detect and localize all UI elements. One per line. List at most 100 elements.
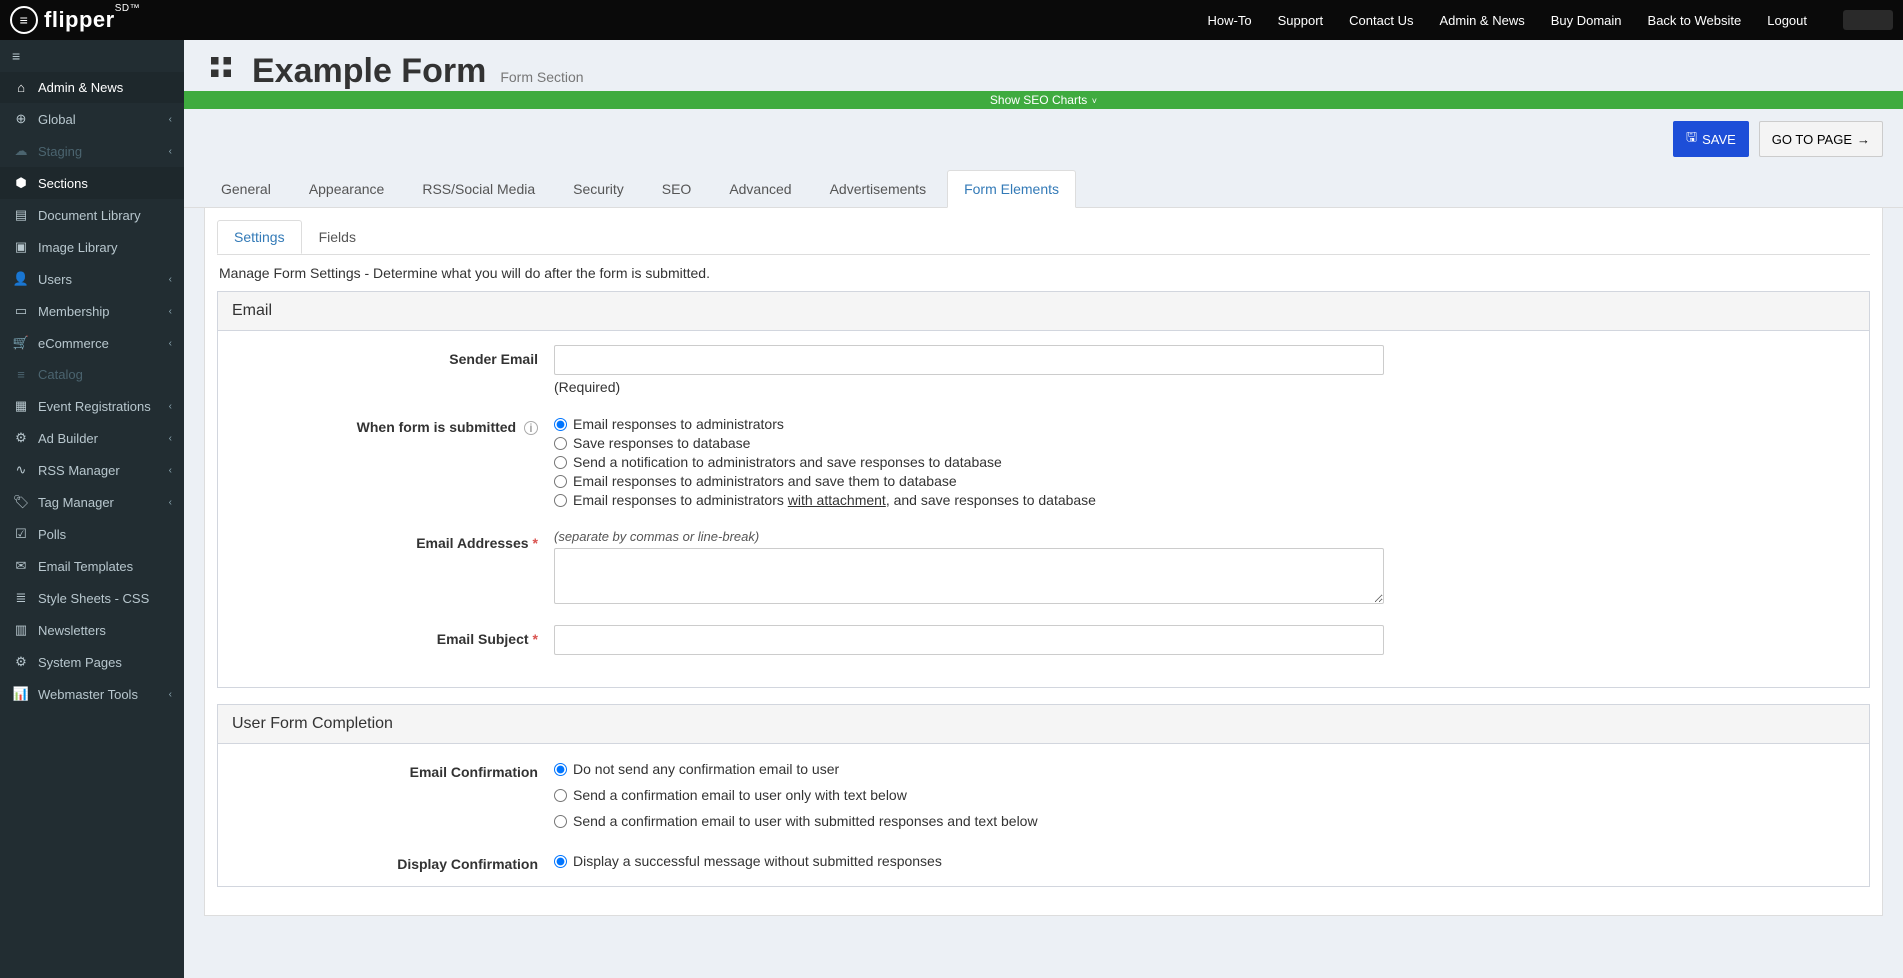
go-to-page-label: GO TO PAGE <box>1772 132 1852 147</box>
info-icon[interactable]: i <box>524 421 538 435</box>
sidebar-item-polls[interactable]: ☑Polls <box>0 518 184 550</box>
sender-email-helper: (Required) <box>554 379 1384 395</box>
sidebar-item-ecommerce[interactable]: 🛒eCommerce‹ <box>0 327 184 359</box>
topnav: How-To Support Contact Us Admin & News B… <box>1208 10 1893 30</box>
when-option-4-label: Email responses to administrators and sa… <box>573 473 957 489</box>
file-icon: ▤ <box>12 207 30 223</box>
tab-general[interactable]: General <box>204 170 288 208</box>
topnav-howto[interactable]: How-To <box>1208 13 1252 28</box>
save-label: SAVE <box>1702 132 1736 147</box>
description: Manage Form Settings - Determine what yo… <box>217 255 1870 291</box>
email-confirmation-label: Email Confirmation <box>232 758 554 780</box>
topnav-logout[interactable]: Logout <box>1767 13 1807 28</box>
chevron-left-icon: ‹ <box>169 274 172 285</box>
seo-charts-toggle[interactable]: Show SEO Charts ˅ <box>184 91 1903 109</box>
chevron-left-icon: ‹ <box>169 401 172 412</box>
list-icon: ≡ <box>12 367 30 382</box>
tab-advertisements[interactable]: Advertisements <box>813 170 943 208</box>
sidebar-item-tag-manager[interactable]: 🏷Tag Manager‹ <box>0 486 184 518</box>
sidebar-item-webmaster-tools[interactable]: 📊Webmaster Tools‹ <box>0 678 184 710</box>
subtab-settings[interactable]: Settings <box>217 220 302 254</box>
stack-icon: ≣ <box>12 590 30 606</box>
tag-icon: 🏷 <box>12 494 30 510</box>
image-icon: ▣ <box>12 239 30 255</box>
hamburger-icon[interactable]: ≡ <box>0 40 184 72</box>
display-confirmation-row: Display Confirmation Display a successfu… <box>232 850 1855 872</box>
sidebar-item-style-sheets-css[interactable]: ≣Style Sheets - CSS <box>0 582 184 614</box>
logo-text: flipperSD™ <box>44 7 140 33</box>
sidebar-item-event-registrations[interactable]: ▦Event Registrations‹ <box>0 390 184 422</box>
sub-tabs: SettingsFields <box>217 220 1870 255</box>
sidebar-item-sections[interactable]: ⬢Sections <box>0 167 184 199</box>
home-icon: ⌂ <box>12 80 30 95</box>
sidebar-item-label: Catalog <box>38 367 83 382</box>
logo[interactable]: ≡ flipperSD™ <box>10 6 140 34</box>
chevron-left-icon: ‹ <box>169 306 172 317</box>
display-conf-option-1-label: Display a successful message without sub… <box>573 853 942 869</box>
tab-security[interactable]: Security <box>556 170 641 208</box>
when-submitted-label: When form is submitted i <box>232 413 554 435</box>
sidebar-item-staging[interactable]: ☁Staging‹ <box>0 135 184 167</box>
sidebar-item-image-library[interactable]: ▣Image Library <box>0 231 184 263</box>
display-conf-option-1-radio[interactable] <box>554 855 567 868</box>
sidebar-item-email-templates[interactable]: ✉Email Templates <box>0 550 184 582</box>
topbar: ≡ flipperSD™ How-To Support Contact Us A… <box>0 0 1903 40</box>
sidebar-item-document-library[interactable]: ▤ Document Library <box>0 199 184 231</box>
when-option-4-radio[interactable] <box>554 475 567 488</box>
sidebar-item-catalog[interactable]: ≡ Catalog <box>0 359 184 390</box>
save-icon: 🖫 <box>1686 128 1697 150</box>
when-option-2-radio[interactable] <box>554 437 567 450</box>
sidebar-item-membership[interactable]: ▭Membership‹ <box>0 295 184 327</box>
email-card-header: Email <box>218 292 1869 331</box>
sidebar-item-global[interactable]: ⊕Global‹ <box>0 103 184 135</box>
cubes-icon: ⬢ <box>12 175 30 191</box>
save-button[interactable]: 🖫 SAVE <box>1673 121 1749 157</box>
go-to-page-button[interactable]: GO TO PAGE → <box>1759 121 1883 157</box>
chevron-left-icon: ‹ <box>169 338 172 349</box>
tab-form-elements[interactable]: Form Elements <box>947 170 1076 208</box>
email-conf-option-3-radio[interactable] <box>554 815 567 828</box>
email-conf-option-2-radio[interactable] <box>554 789 567 802</box>
display-confirmation-label: Display Confirmation <box>232 850 554 872</box>
when-option-5-label: Email responses to administrators with a… <box>573 492 1096 508</box>
sidebar-item-rss-manager[interactable]: ∿ RSS Manager ‹ <box>0 454 184 486</box>
email-conf-option-2-label: Send a confirmation email to user only w… <box>573 787 907 803</box>
email-subject-input[interactable] <box>554 625 1384 655</box>
topnav-admin-news[interactable]: Admin & News <box>1439 13 1524 28</box>
action-row: 🖫 SAVE GO TO PAGE → <box>184 109 1903 169</box>
when-option-5-radio[interactable] <box>554 494 567 507</box>
sidebar-item-label: Admin & News <box>38 80 123 95</box>
sidebar-item-system-pages[interactable]: ⚙System Pages <box>0 646 184 678</box>
subtab-fields[interactable]: Fields <box>302 220 373 254</box>
tab-seo[interactable]: SEO <box>645 170 709 208</box>
rss-icon: ∿ <box>12 462 30 478</box>
email-subject-row: Email Subject* <box>232 625 1855 655</box>
tab-advanced[interactable]: Advanced <box>712 170 808 208</box>
topnav-contact[interactable]: Contact Us <box>1349 13 1413 28</box>
email-conf-option-1-radio[interactable] <box>554 763 567 776</box>
tab-appearance[interactable]: Appearance <box>292 170 402 208</box>
when-option-3-radio[interactable] <box>554 456 567 469</box>
sidebar-item-label: Ad Builder <box>38 431 98 446</box>
news-icon: ▥ <box>12 622 30 638</box>
sidebar-item-admin-news[interactable]: ⌂ Admin & News <box>0 72 184 103</box>
email-addresses-textarea[interactable] <box>554 548 1384 604</box>
page-header: Example Form Form Section <box>184 40 1903 91</box>
sidebar-item-newsletters[interactable]: ▥Newsletters <box>0 614 184 646</box>
sidebar-item-label: RSS Manager <box>38 463 120 478</box>
sidebar-item-label: Global <box>38 112 76 127</box>
email-card: Email Sender Email (Required) When form … <box>217 291 1870 688</box>
chevron-left-icon: ‹ <box>169 465 172 476</box>
when-option-1-radio[interactable] <box>554 418 567 431</box>
sender-email-input[interactable] <box>554 345 1384 375</box>
sidebar-item-ad-builder[interactable]: ⚙Ad Builder‹ <box>0 422 184 454</box>
tab-rss-social-media[interactable]: RSS/Social Media <box>405 170 552 208</box>
check-icon: ☑ <box>12 526 30 542</box>
chart-icon: 📊 <box>12 686 30 702</box>
sidebar-item-label: Document Library <box>38 208 141 223</box>
topnav-buy-domain[interactable]: Buy Domain <box>1551 13 1622 28</box>
sidebar-item-users[interactable]: 👤Users‹ <box>0 263 184 295</box>
chevron-left-icon: ‹ <box>169 433 172 444</box>
topnav-support[interactable]: Support <box>1278 13 1324 28</box>
topnav-back-to-website[interactable]: Back to Website <box>1648 13 1742 28</box>
